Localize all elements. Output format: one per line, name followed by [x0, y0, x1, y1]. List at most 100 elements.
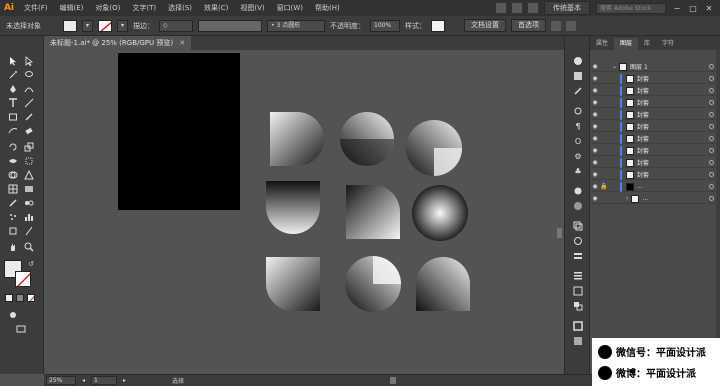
visibility-eye-icon[interactable]: ◉	[590, 75, 600, 82]
target-circle-icon[interactable]	[709, 64, 714, 69]
curvature-tool-icon[interactable]	[22, 82, 36, 96]
shape-r3c3[interactable]	[416, 257, 470, 311]
align-panel-icon[interactable]	[573, 271, 583, 281]
artboards-panel-icon[interactable]	[573, 221, 583, 231]
column-graph-tool-icon[interactable]	[22, 210, 36, 224]
visibility-eye-icon[interactable]: ◉	[590, 171, 600, 178]
expand-chevron-icon[interactable]: ›	[626, 195, 628, 202]
stroke-swatch[interactable]	[98, 19, 113, 32]
next-artboard-icon[interactable]: ▸	[123, 377, 126, 384]
visibility-eye-icon[interactable]: ◉	[590, 135, 600, 142]
layer-row[interactable]: ◉ 封套	[590, 121, 720, 132]
transparency-panel-icon[interactable]	[573, 201, 583, 211]
document-setup-button[interactable]: 文档设置	[464, 19, 507, 32]
fill-dropdown[interactable]: ▾	[82, 19, 94, 32]
menu-object[interactable]: 对象(O)	[89, 3, 126, 13]
layer-row[interactable]: ◉ 封套	[590, 73, 720, 84]
target-circle-icon[interactable]	[709, 100, 714, 105]
preferences-button[interactable]: 首选项	[511, 19, 547, 32]
zoom-level-dropdown[interactable]: 25%	[46, 376, 76, 385]
canvas[interactable]	[44, 50, 564, 374]
pen-tool-icon[interactable]	[6, 82, 20, 96]
menu-help[interactable]: 帮助(H)	[309, 3, 346, 13]
menu-view[interactable]: 视图(V)	[234, 3, 270, 13]
rotate-tool-icon[interactable]	[6, 140, 20, 154]
gradient-tool-icon[interactable]	[22, 182, 36, 196]
color-panel-icon[interactable]	[573, 56, 583, 66]
slice-tool-icon[interactable]	[22, 224, 36, 238]
layer-row[interactable]: ◉ 封套	[590, 133, 720, 144]
target-circle-icon[interactable]	[709, 196, 714, 201]
visibility-eye-icon[interactable]: ◉	[590, 147, 600, 154]
symbol-sprayer-tool-icon[interactable]	[6, 210, 20, 224]
pathfinder-panel-icon[interactable]	[573, 301, 583, 311]
gradient-panel-icon[interactable]	[573, 336, 583, 346]
graphic-style-swatch[interactable]	[431, 19, 446, 32]
layer-row-locked[interactable]: ◉ 🔒...	[590, 181, 720, 192]
bridge-icon[interactable]	[496, 3, 506, 13]
eyedropper-tool-icon[interactable]	[6, 196, 20, 210]
collapse-chevron-icon[interactable]: ⌄	[612, 63, 617, 70]
stock-icon[interactable]	[512, 3, 522, 13]
visibility-eye-icon[interactable]: ◉	[590, 195, 600, 202]
menu-edit[interactable]: 编辑(E)	[54, 3, 90, 13]
width-tool-icon[interactable]	[6, 154, 20, 168]
visibility-eye-icon[interactable]: ◉	[590, 111, 600, 118]
shape-r2c3[interactable]	[412, 185, 468, 241]
shape-r1c1[interactable]	[270, 112, 324, 166]
shape-r2c1[interactable]	[266, 181, 320, 234]
workspace-switcher[interactable]: 传统基本	[544, 1, 590, 15]
stroke-color-swatch[interactable]	[15, 271, 31, 287]
target-circle-icon[interactable]	[709, 184, 714, 189]
direct-selection-tool-icon[interactable]	[22, 54, 36, 68]
symbols-panel-icon[interactable]	[573, 106, 583, 116]
brush-dropdown[interactable]: • 3 点圆形	[267, 19, 326, 32]
layer-row-group[interactable]: ◉ ›...	[590, 194, 720, 204]
shaper-tool-icon[interactable]	[6, 124, 20, 138]
menu-type[interactable]: 文字(T)	[126, 3, 162, 13]
swap-colors-icon[interactable]: ↺	[28, 260, 34, 268]
send-icon[interactable]	[528, 3, 538, 13]
menu-window[interactable]: 窗口(W)	[271, 3, 309, 13]
target-circle-icon[interactable]	[709, 136, 714, 141]
visibility-eye-icon[interactable]: ◉	[590, 159, 600, 166]
prev-artboard-icon[interactable]: ◂	[82, 377, 85, 384]
stroke-panel-icon[interactable]	[573, 321, 583, 331]
panel-menu-icon[interactable]	[566, 20, 577, 31]
target-circle-icon[interactable]	[709, 124, 714, 129]
arrange-icon[interactable]	[551, 20, 562, 31]
visibility-eye-icon[interactable]: ◉	[590, 99, 600, 106]
shape-r2c2[interactable]	[346, 185, 400, 239]
gradient-mode-icon[interactable]	[16, 294, 24, 302]
shape-r3c1[interactable]	[266, 257, 320, 311]
target-circle-icon[interactable]	[709, 172, 714, 177]
target-circle-icon[interactable]	[709, 112, 714, 117]
layers-panel-scrollbar[interactable]	[716, 50, 720, 338]
appearance-panel-icon[interactable]	[573, 186, 583, 196]
target-circle-icon[interactable]	[709, 88, 714, 93]
brushes-panel-icon[interactable]	[573, 86, 583, 96]
shape-builder-tool-icon[interactable]	[6, 168, 20, 182]
club-symbol-icon[interactable]: ♣	[573, 166, 583, 176]
visibility-eye-icon[interactable]: ◉	[590, 87, 600, 94]
stock-search-input[interactable]: 搜索 Adobe Stock	[596, 2, 666, 14]
layer-row[interactable]: ◉ 封套	[590, 109, 720, 120]
menu-file[interactable]: 文件(F)	[18, 3, 54, 13]
layer-row[interactable]: ◉ 封套	[590, 157, 720, 168]
tab-character[interactable]: 字符	[656, 38, 680, 50]
target-circle-icon[interactable]	[709, 148, 714, 153]
layers-panel-icon[interactable]	[573, 251, 583, 261]
layer-row-parent[interactable]: ◉ ⌄ 图层 1	[590, 62, 720, 72]
menu-select[interactable]: 选择(S)	[162, 3, 198, 13]
visibility-eye-icon[interactable]: ◉	[590, 183, 600, 190]
mesh-tool-icon[interactable]	[6, 182, 20, 196]
rectangle-tool-icon[interactable]	[6, 110, 20, 124]
visibility-eye-icon[interactable]: ◉	[590, 63, 600, 70]
target-circle-icon[interactable]	[709, 160, 714, 165]
eraser-tool-icon[interactable]	[22, 124, 36, 138]
paintbrush-tool-icon[interactable]	[22, 110, 36, 124]
blend-tool-icon[interactable]	[22, 196, 36, 210]
none-mode-icon[interactable]	[27, 294, 35, 302]
document-tab[interactable]: 未标题-1.ai* @ 25% (RGB/GPU 预览) ✕	[44, 36, 192, 50]
minimize-icon[interactable]: −	[672, 4, 682, 13]
